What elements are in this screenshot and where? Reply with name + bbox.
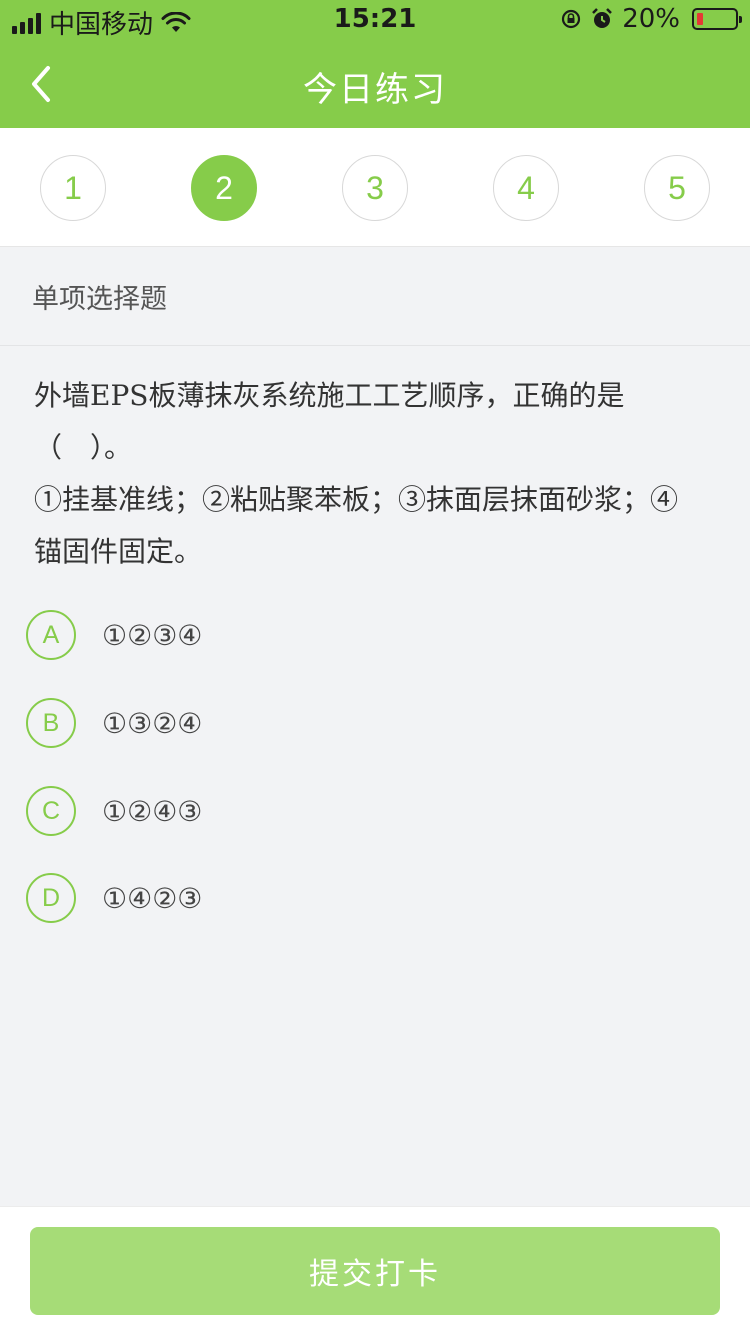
battery-percent: 20% bbox=[622, 4, 680, 34]
status-bar: 中国移动 15:21 20% bbox=[0, 0, 750, 40]
option-b-text[interactable]: ①③②④ bbox=[102, 707, 202, 740]
alarm-icon bbox=[592, 8, 613, 28]
nav-bar: 今日练习 bbox=[0, 40, 750, 128]
option-a-badge[interactable]: A bbox=[26, 610, 76, 660]
option-c[interactable]: C ①②④③ bbox=[26, 786, 626, 836]
question-line-4: 锚固件固定。 bbox=[34, 535, 203, 568]
question-line-3: ①挂基准线；②粘贴聚苯板；③抹面层抹面砂浆；④ bbox=[34, 483, 679, 516]
step-3[interactable]: 3 bbox=[342, 155, 408, 221]
step-5[interactable]: 5 bbox=[644, 155, 710, 221]
header: 中国移动 15:21 20% 今日练习 bbox=[0, 0, 750, 128]
option-b-badge[interactable]: B bbox=[26, 698, 76, 748]
option-d-text[interactable]: ①④②③ bbox=[102, 882, 202, 915]
step-2-active[interactable]: 2 bbox=[191, 155, 257, 221]
question-line-2: （ ）。 bbox=[34, 431, 133, 464]
option-c-badge[interactable]: C bbox=[26, 786, 76, 836]
question-type: 单项选择题 bbox=[0, 248, 750, 346]
footer: 提交打卡 bbox=[0, 1206, 750, 1334]
question-text: 外墙EPS板薄抹灰系统施工工艺顺序，正确的是 （ ）。 ①挂基准线；②粘贴聚苯板… bbox=[34, 370, 724, 578]
option-a[interactable]: A ①②③④ bbox=[26, 610, 626, 660]
step-4[interactable]: 4 bbox=[493, 155, 559, 221]
submit-button[interactable]: 提交打卡 bbox=[30, 1227, 720, 1315]
page-title: 今日练习 bbox=[303, 70, 447, 110]
option-c-text[interactable]: ①②④③ bbox=[102, 795, 202, 828]
status-right: 20% bbox=[560, 4, 742, 34]
question-line-1: 外墙EPS板薄抹灰系统施工工艺顺序，正确的是 bbox=[34, 379, 625, 412]
battery-icon bbox=[692, 8, 742, 30]
option-d[interactable]: D ①④②③ bbox=[26, 873, 626, 923]
option-b[interactable]: B ①③②④ bbox=[26, 698, 626, 748]
question-stepper: 1 2 3 4 5 bbox=[0, 128, 750, 247]
option-a-text[interactable]: ①②③④ bbox=[102, 619, 202, 652]
option-d-badge[interactable]: D bbox=[26, 873, 76, 923]
rotation-lock-icon bbox=[562, 9, 581, 29]
step-1[interactable]: 1 bbox=[40, 155, 106, 221]
